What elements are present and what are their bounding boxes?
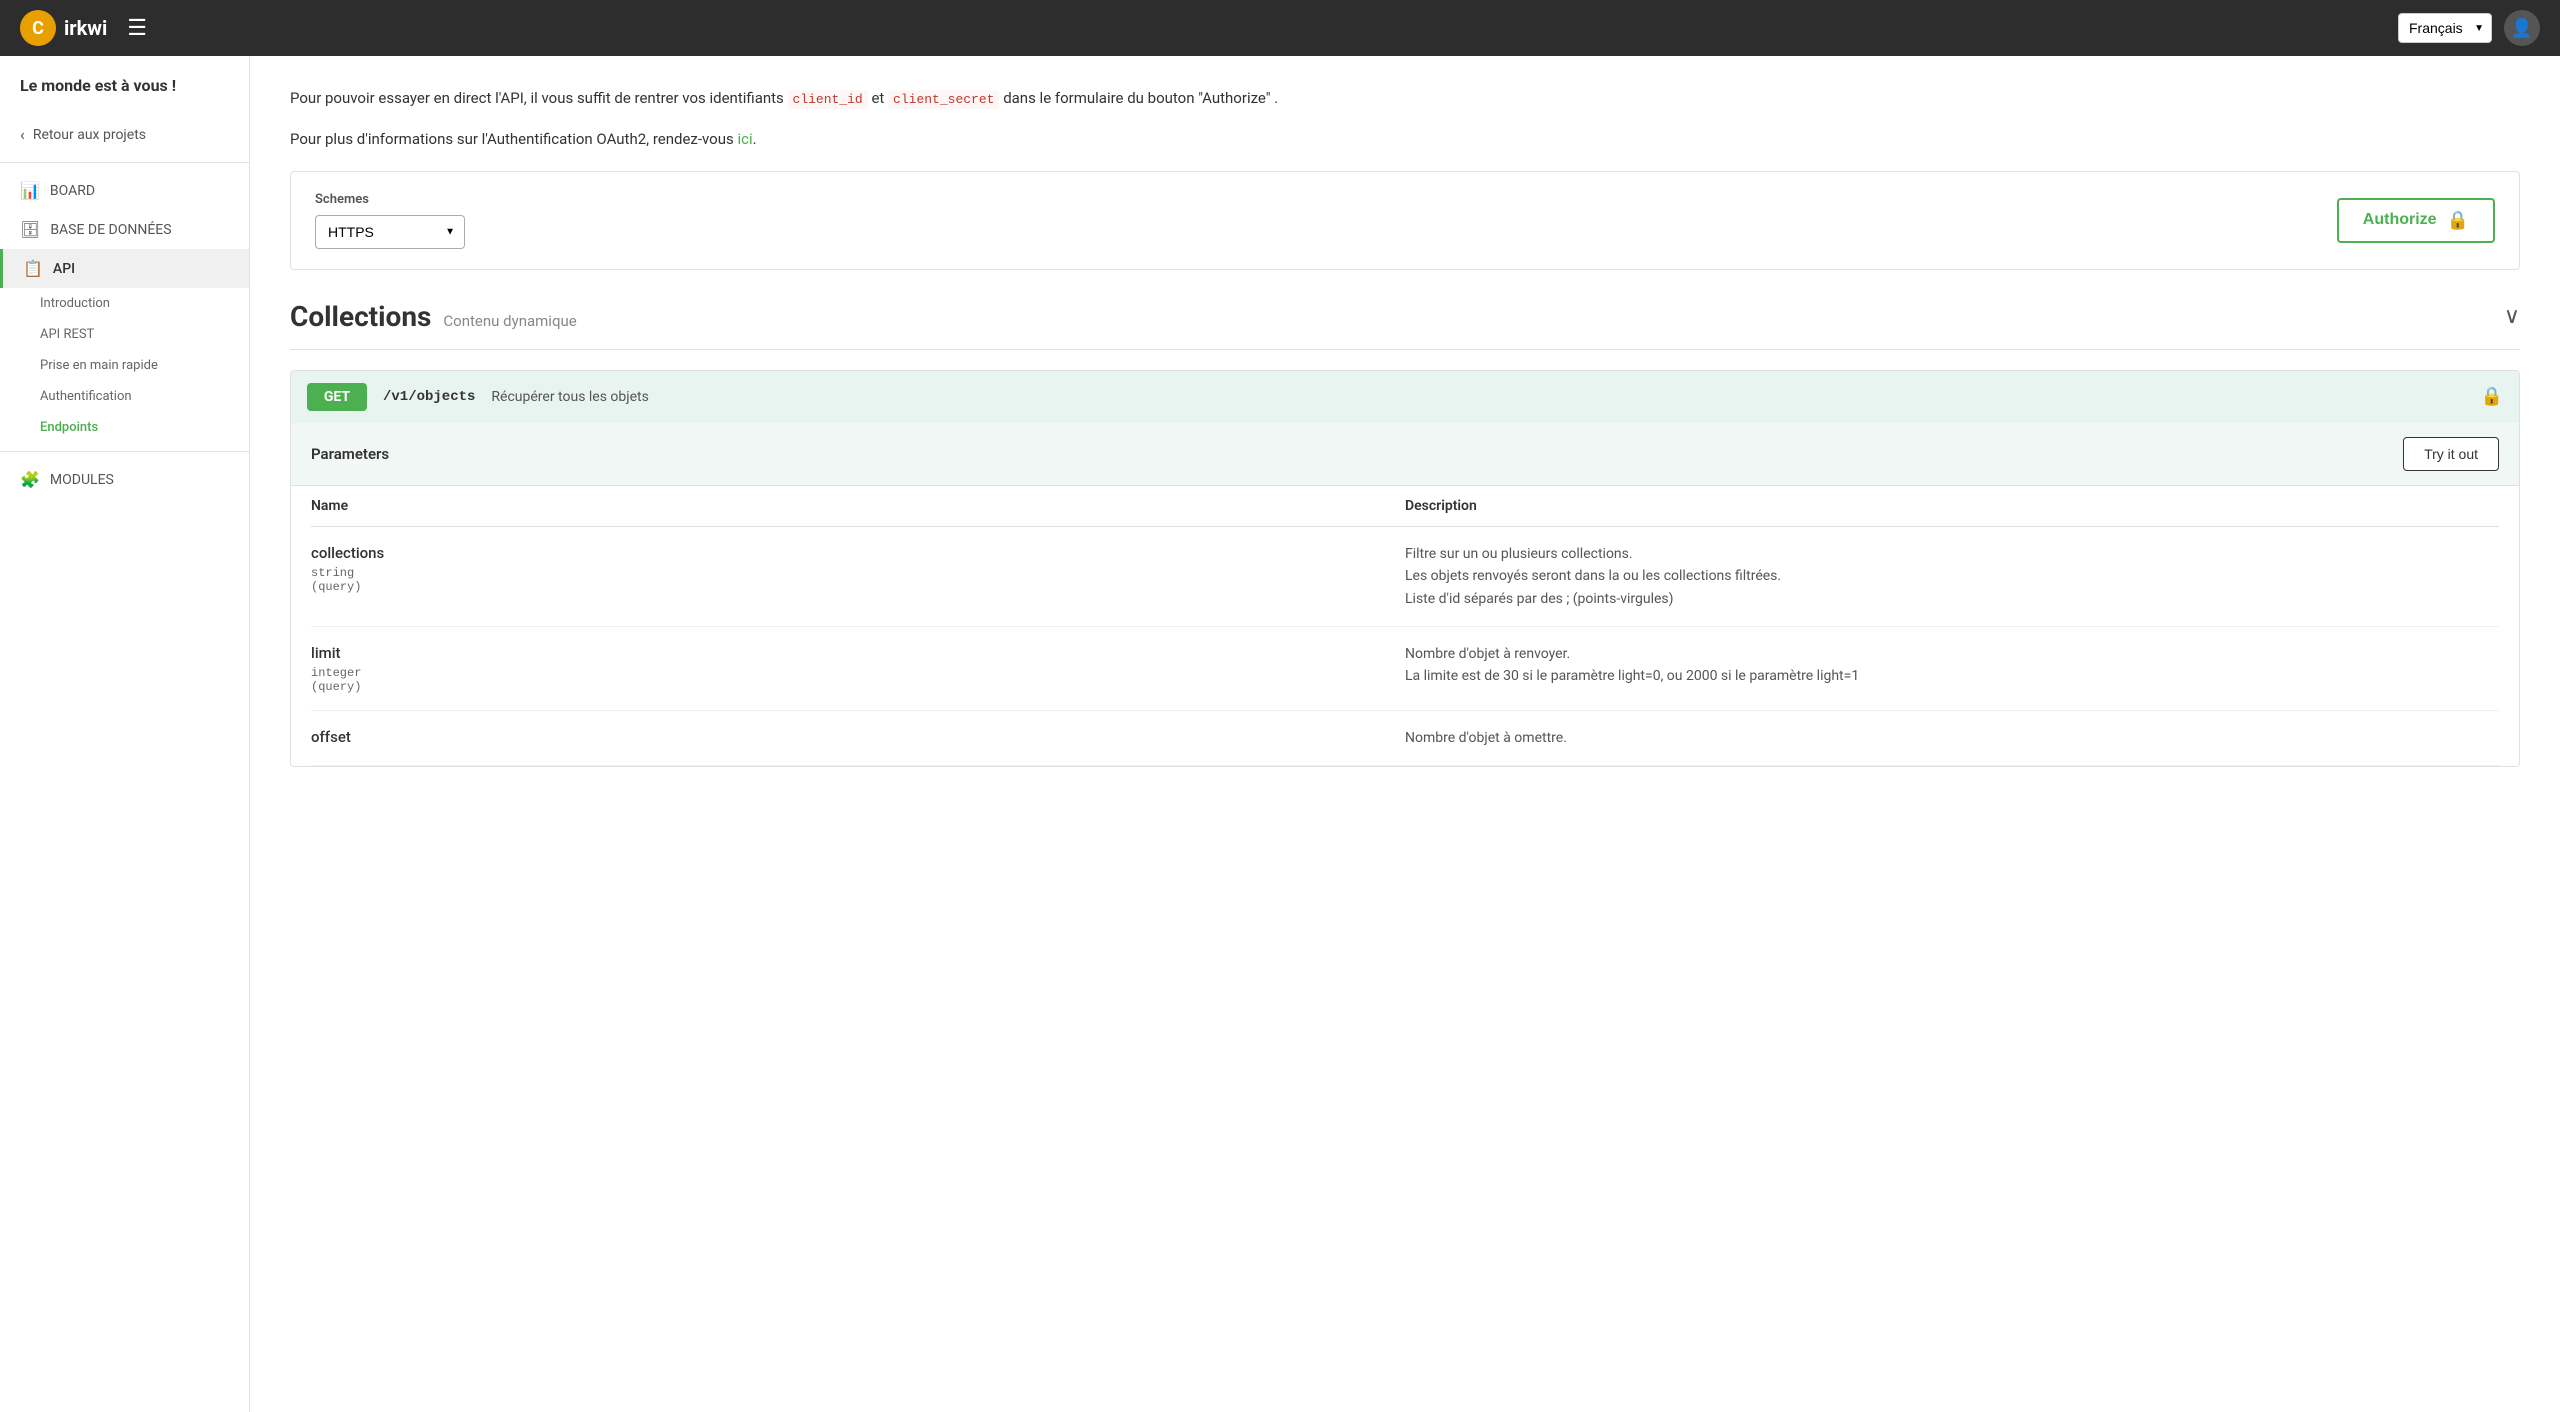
table-row: collections string(query) Filtre sur un … (311, 527, 2499, 627)
table-header-row: Name Description (311, 486, 2499, 527)
param-desc-offset: Nombre d'objet à omettre. (1405, 727, 2499, 749)
param-name-limit: limit integer(query) (311, 643, 1405, 694)
sidebar-subitem-prise-en-main[interactable]: Prise en main rapide (0, 350, 249, 381)
sidebar-item-database[interactable]: 🗄 BASE DE DONNÉES (0, 210, 249, 249)
schemes-select[interactable]: HTTPS HTTP (315, 215, 465, 249)
parameters-title: Parameters (311, 445, 389, 463)
sidebar-subitem-endpoints[interactable]: Endpoints (0, 412, 249, 443)
lock-icon: 🔒 (2447, 210, 2469, 231)
sidebar-item-label-modules: MODULES (50, 472, 114, 488)
navbar-left: C irkwi ☰ (20, 10, 147, 46)
intro-text-1: Pour pouvoir essayer en direct l'API, il… (290, 89, 788, 107)
param-type-label: integer(query) (311, 666, 1405, 694)
intro-text-2: et (868, 89, 888, 107)
sidebar-divider-1 (0, 162, 249, 163)
hamburger-button[interactable]: ☰ (127, 16, 147, 41)
navbar-right: Français English Español 👤 (2398, 10, 2540, 46)
parameters-table: Name Description collections string(quer… (291, 486, 2519, 767)
sidebar: Le monde est à vous ! ‹ Retour aux proje… (0, 56, 250, 1412)
sidebar-item-modules[interactable]: 🧩 MODULES (0, 460, 249, 499)
main-layout: Le monde est à vous ! ‹ Retour aux proje… (0, 56, 2560, 1412)
main-content: Pour pouvoir essayer en direct l'API, il… (250, 56, 2560, 1412)
code-client-secret: client_secret (888, 90, 999, 109)
api-icon: 📋 (23, 259, 43, 278)
method-badge: GET (307, 383, 367, 411)
code-client-id: client_id (788, 90, 868, 109)
col-description-header: Description (1405, 498, 2499, 514)
schemes-box: Schemes HTTPS HTTP Authorize 🔒 (290, 171, 2520, 270)
schemes-label: Schemes (315, 192, 465, 207)
table-row: offset Nombre d'objet à omettre. (311, 711, 2499, 766)
intro-text-4: Pour plus d'informations sur l'Authentif… (290, 130, 737, 148)
param-name-label: collections (311, 544, 384, 562)
intro-text-3: dans le formulaire du bouton "Authorize"… (999, 89, 1278, 107)
schemes-select-wrapper: HTTPS HTTP (315, 215, 465, 249)
chevron-down-icon[interactable]: ∨ (2504, 304, 2520, 329)
logo: C irkwi (20, 10, 107, 46)
sidebar-item-api[interactable]: 📋 API (0, 249, 249, 288)
parameters-header: Parameters Try it out (291, 423, 2519, 486)
schemes-left: Schemes HTTPS HTTP (315, 192, 465, 249)
param-desc-collections: Filtre sur un ou plusieurs collections. … (1405, 543, 2499, 610)
sidebar-subitem-authentification[interactable]: Authentification (0, 381, 249, 412)
sidebar-item-board[interactable]: 📊 BOARD (0, 171, 249, 210)
sidebar-brand: Le monde est à vous ! (0, 76, 249, 115)
try-out-button[interactable]: Try it out (2403, 437, 2499, 471)
intro-paragraph-2: Pour plus d'informations sur l'Authentif… (290, 127, 2520, 151)
endpoint-path: /v1/objects (383, 389, 475, 405)
endpoint-header[interactable]: GET /v1/objects Récupérer tous les objet… (291, 371, 2519, 423)
param-name-label: offset (311, 728, 351, 746)
param-name-collections: collections string(query) (311, 543, 1405, 594)
navbar: C irkwi ☰ Français English Español 👤 (0, 0, 2560, 56)
endpoint-row: GET /v1/objects Récupérer tous les objet… (290, 370, 2520, 768)
collections-title: Collections (290, 300, 431, 333)
logo-icon: C (20, 10, 56, 46)
section-title-group: Collections Contenu dynamique (290, 300, 577, 333)
sidebar-back-label: Retour aux projets (33, 127, 146, 143)
param-type-label: string(query) (311, 566, 1405, 594)
authorize-label: Authorize (2363, 211, 2437, 229)
collections-subtitle: Contenu dynamique (443, 312, 576, 330)
user-avatar[interactable]: 👤 (2504, 10, 2540, 46)
database-icon: 🗄 (20, 220, 40, 239)
col-name-header: Name (311, 498, 1405, 514)
endpoint-lock-icon: 🔒 (2481, 386, 2503, 407)
param-name-offset: offset (311, 727, 1405, 746)
modules-icon: 🧩 (20, 470, 40, 489)
sidebar-divider-2 (0, 451, 249, 452)
sidebar-item-label-api: API (53, 261, 75, 277)
parameters-section: Parameters Try it out Name Description c… (291, 423, 2519, 767)
sidebar-subitem-api-rest[interactable]: API REST (0, 319, 249, 350)
param-name-label: limit (311, 644, 341, 662)
sidebar-item-label-board: BOARD (50, 183, 95, 199)
language-selector-wrapper: Français English Español (2398, 13, 2492, 43)
language-select[interactable]: Français English Español (2398, 13, 2492, 43)
sidebar-subnav: Introduction API REST Prise en main rapi… (0, 288, 249, 443)
endpoint-description: Récupérer tous les objets (491, 389, 648, 405)
sidebar-back-button[interactable]: ‹ Retour aux projets (0, 115, 249, 154)
board-icon: 📊 (20, 181, 40, 200)
sidebar-item-label-database: BASE DE DONNÉES (50, 222, 171, 238)
sidebar-subitem-introduction[interactable]: Introduction (0, 288, 249, 319)
intro-text-5: . (753, 130, 757, 148)
collections-header: Collections Contenu dynamique ∨ (290, 300, 2520, 350)
intro-paragraph-1: Pour pouvoir essayer en direct l'API, il… (290, 86, 2520, 111)
table-row: limit integer(query) Nombre d'objet à re… (311, 627, 2499, 711)
authorize-button[interactable]: Authorize 🔒 (2337, 198, 2495, 243)
logo-text: irkwi (64, 16, 107, 40)
back-arrow-icon: ‹ (20, 125, 25, 144)
oauth2-link[interactable]: ici (737, 130, 752, 148)
param-desc-limit: Nombre d'objet à renvoyer. La limite est… (1405, 643, 2499, 688)
